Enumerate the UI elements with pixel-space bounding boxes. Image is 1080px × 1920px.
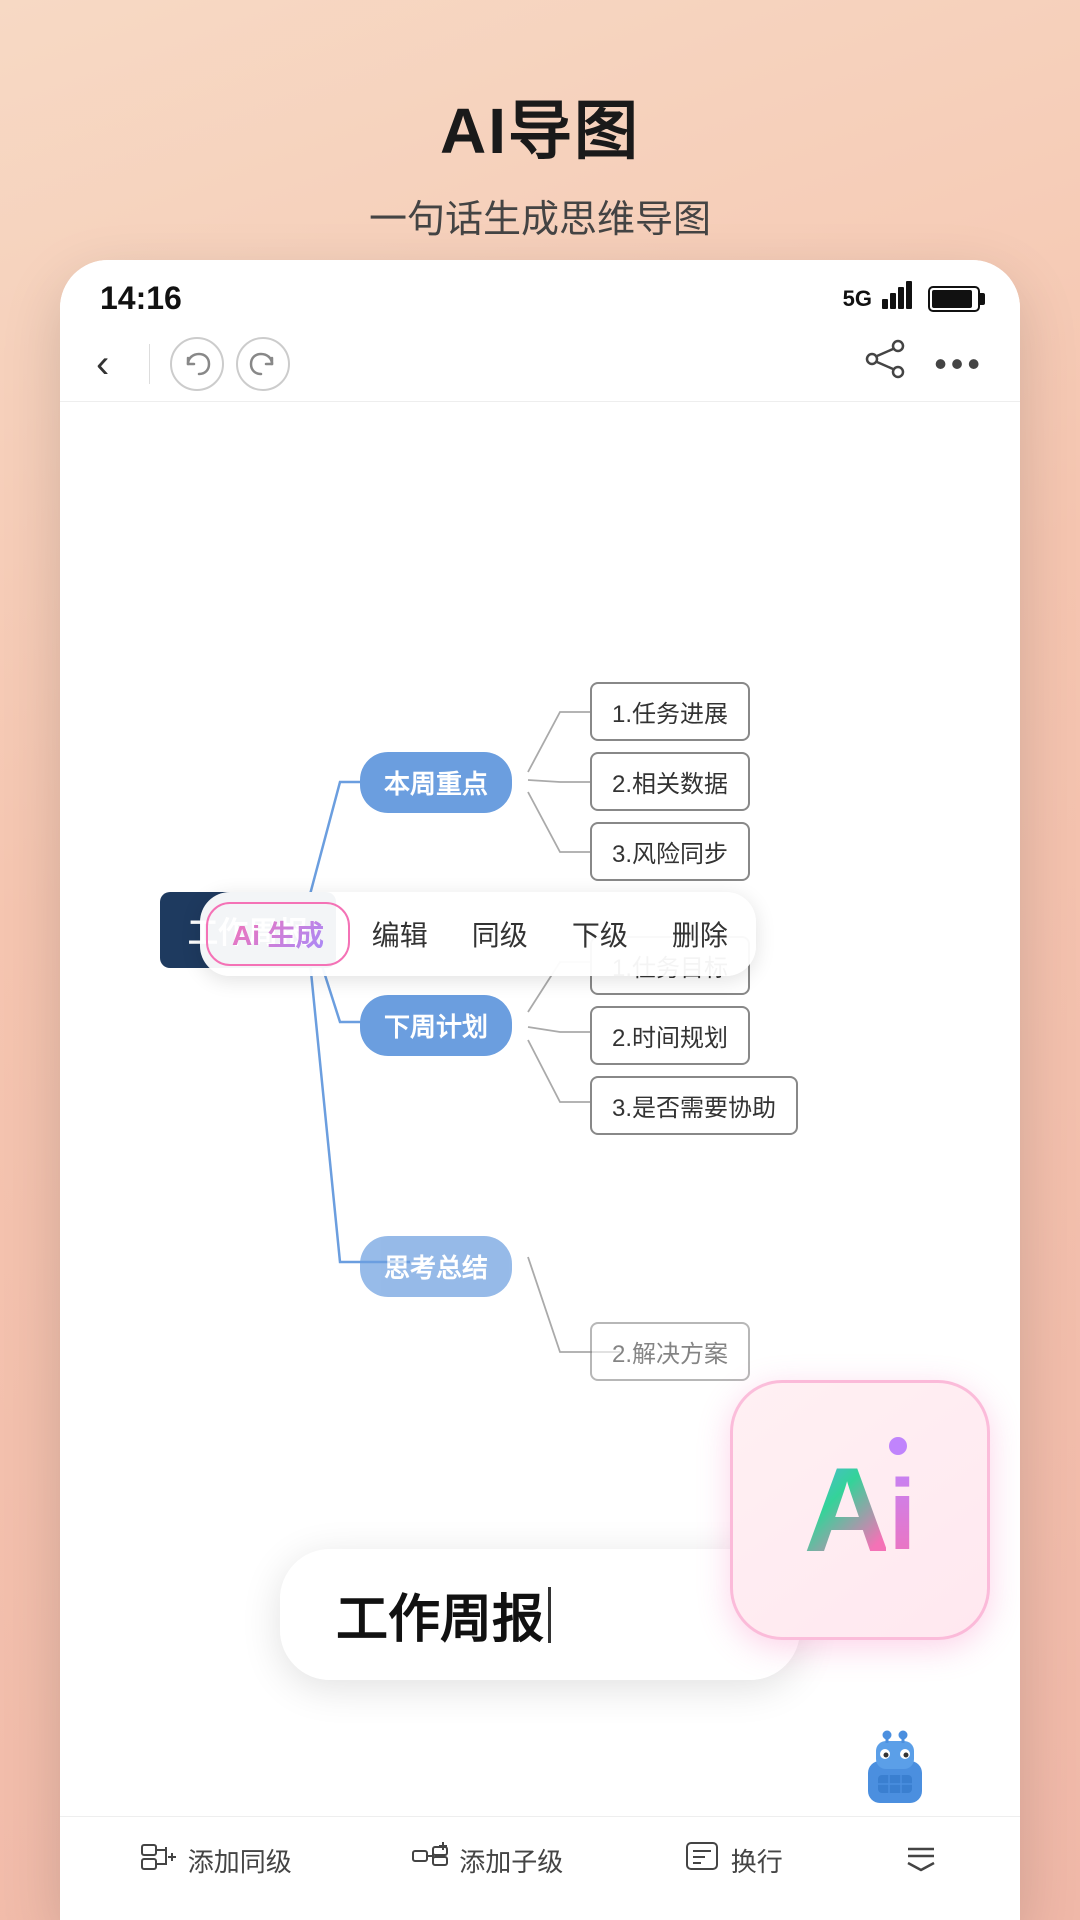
status-bar: 14:16 5G <box>60 260 1020 327</box>
status-icons: 5G <box>843 281 980 316</box>
delete-button[interactable]: 删除 <box>650 904 750 964</box>
leaf-1[interactable]: 1.任务进展 <box>590 682 750 741</box>
input-overlay[interactable]: 工作周报 <box>280 1549 800 1680</box>
leaf-2[interactable]: 2.相关数据 <box>590 752 750 811</box>
undo-button[interactable] <box>170 337 224 391</box>
node-branch3[interactable]: 思考总结 <box>360 1236 512 1297</box>
ai-generate-button[interactable]: Ai 生成 <box>206 902 350 966</box>
robot-icon[interactable] <box>850 1725 940 1820</box>
mindmap-area: 工作周报 本周重点 下周计划 思考总结 1.任务进展 2.相关数据 3.风险同步… <box>60 402 1020 1920</box>
add-child-icon <box>411 1837 449 1884</box>
page-title: AI导图 <box>0 80 1080 172</box>
leaf-3[interactable]: 3.风险同步 <box>590 822 750 881</box>
add-child-button[interactable]: 添加子级 <box>411 1837 563 1884</box>
page-header: AI导图 一句话生成思维导图 <box>0 0 1080 283</box>
page-subtitle: 一句话生成思维导图 <box>0 188 1080 243</box>
mindmap-lines <box>60 402 1020 1920</box>
same-level-button[interactable]: 同级 <box>450 904 550 964</box>
line-break-label: 换行 <box>731 1842 783 1879</box>
5g-icon: 5G <box>843 286 872 312</box>
toolbar: ‹ ••• <box>60 327 1020 402</box>
battery-icon <box>928 286 980 312</box>
leaf-5[interactable]: 2.时间规划 <box>590 1006 750 1065</box>
add-child-label: 添加子级 <box>459 1842 563 1879</box>
toolbar-divider <box>149 344 150 384</box>
ai-dot <box>889 1437 907 1455</box>
back-button[interactable]: ‹ <box>96 342 129 387</box>
input-cursor <box>548 1587 551 1643</box>
more-down-icon <box>902 1837 940 1884</box>
line-break-button[interactable]: 换行 <box>683 1837 783 1884</box>
edit-button[interactable]: 编辑 <box>350 904 450 964</box>
leaf-6[interactable]: 3.是否需要协助 <box>590 1076 798 1135</box>
phone-mock: 14:16 5G ‹ <box>60 260 1020 1920</box>
add-same-icon <box>140 1837 178 1884</box>
line-break-icon <box>683 1837 721 1884</box>
share-button[interactable] <box>864 338 906 390</box>
add-same-label: 添加同级 <box>188 1842 292 1879</box>
sub-level-button[interactable]: 下级 <box>550 904 650 964</box>
more-options-button[interactable] <box>902 1837 940 1884</box>
ai-icon-overlay: A i <box>730 1380 990 1640</box>
more-button[interactable]: ••• <box>934 343 984 385</box>
node-branch2[interactable]: 下周计划 <box>360 995 512 1056</box>
status-time: 14:16 <box>100 280 182 317</box>
signal-icon <box>882 281 918 316</box>
leaf-7[interactable]: 2.解决方案 <box>590 1322 750 1381</box>
node-branch1[interactable]: 本周重点 <box>360 752 512 813</box>
context-menu: Ai 生成 编辑 同级 下级 删除 <box>200 892 756 976</box>
redo-button[interactable] <box>236 337 290 391</box>
add-same-level-button[interactable]: 添加同级 <box>140 1837 292 1884</box>
bottom-bar: 添加同级 添加子级 <box>60 1816 1020 1920</box>
input-text: 工作周报 <box>336 1577 544 1652</box>
toolbar-right: ••• <box>864 338 984 390</box>
ai-letter-i: i <box>888 1458 916 1573</box>
ai-generate-label: Ai 生成 <box>232 914 324 954</box>
ai-letter-a: A <box>804 1441 887 1579</box>
